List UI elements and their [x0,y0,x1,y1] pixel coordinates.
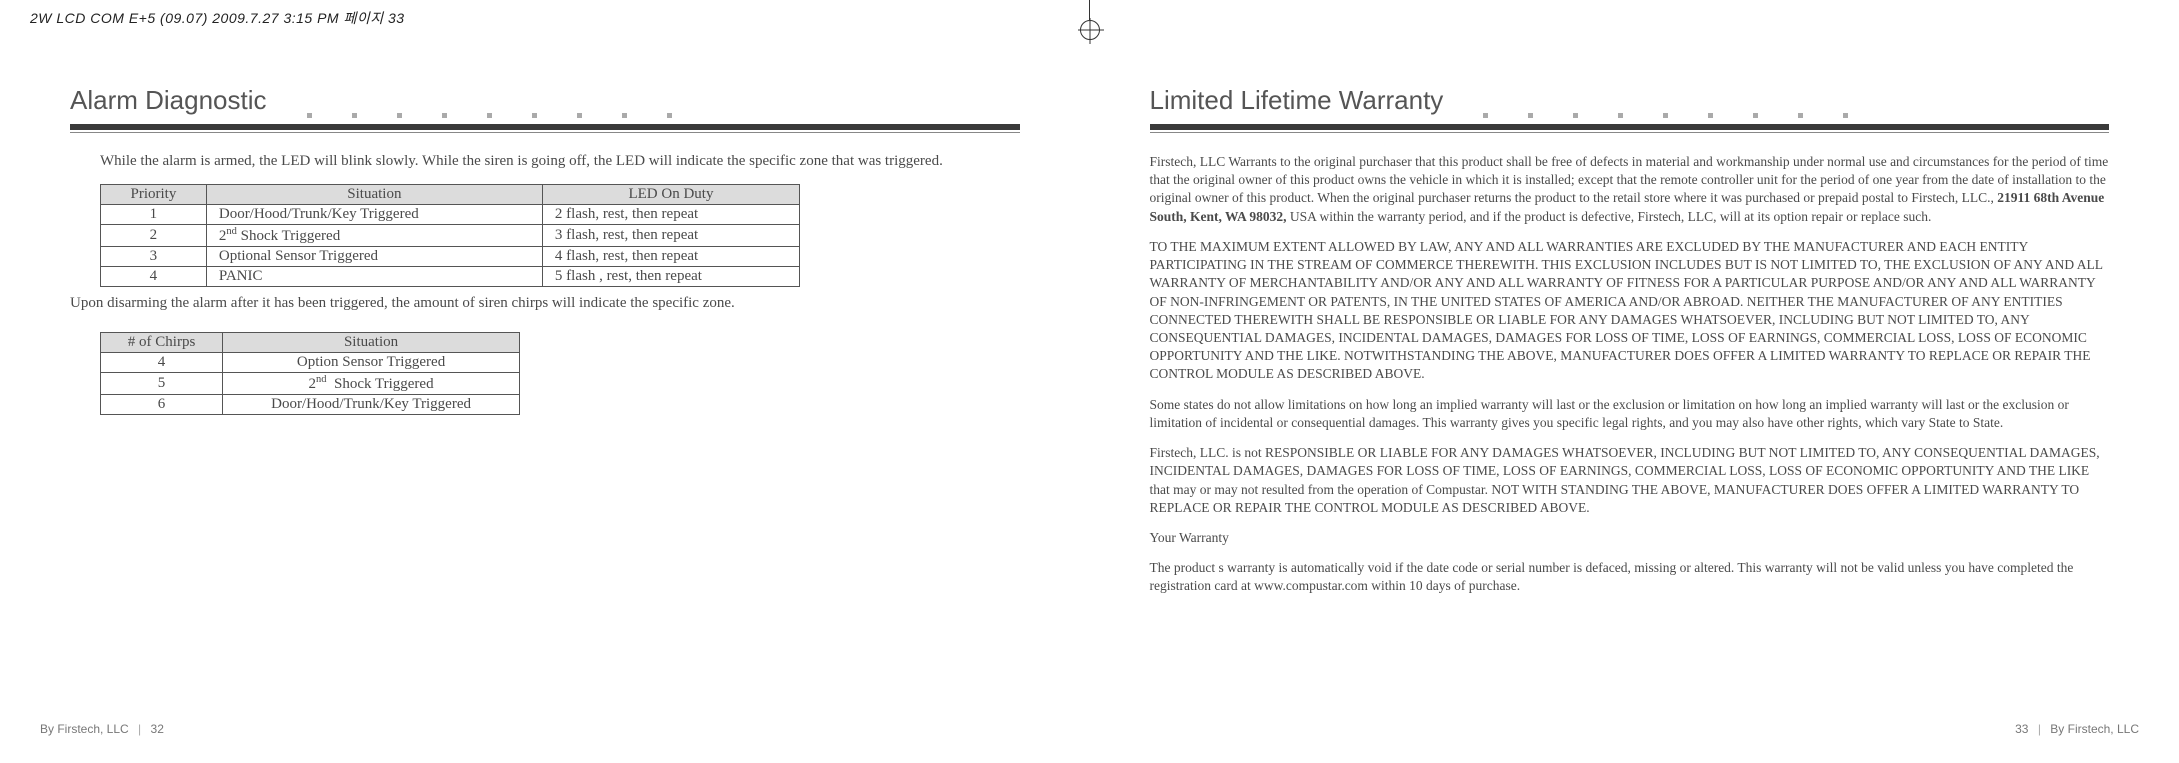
th-led: LED On Duty [542,185,799,205]
cell: 3 [101,247,207,267]
footer-left: By Firstech, LLC | 32 [40,722,164,736]
cell: 3 flash, rest, then repeat [542,225,799,247]
warranty-body: Firstech, LLC Warrants to the original p… [1150,153,2110,596]
cell: Optional Sensor Triggered [206,247,542,267]
table-row: 3 Optional Sensor Triggered 4 flash, res… [101,247,800,267]
led-table: Priority Situation LED On Duty 1 Door/Ho… [100,184,800,287]
cell: 5 [101,373,223,395]
chirp-table: # of Chirps Situation 4 Option Sensor Tr… [100,332,520,415]
footer-sep-icon: | [2038,722,2041,736]
cell: Door/Hood/Trunk/Key Triggered [223,395,520,415]
right-page: Limited Lifetime Warranty Firstech, LLC … [1090,60,2179,740]
mid-note: Upon disarming the alarm after it has be… [70,295,1020,312]
table-row: 1 Door/Hood/Trunk/Key Triggered 2 flash,… [101,205,800,225]
page-spread: Alarm Diagnostic While the alarm is arme… [0,60,2179,740]
cell: 4 flash, rest, then repeat [542,247,799,267]
print-header: 2W LCD COM E+5 (09.07) 2009.7.27 3:15 PM… [30,8,405,28]
cell: 4 [101,353,223,373]
warranty-p6: The product s warranty is automatically … [1150,559,2110,595]
left-page: Alarm Diagnostic While the alarm is arme… [0,60,1090,740]
table-row: 2 2nd Shock Triggered 3 flash, rest, the… [101,225,800,247]
footer-page: 33 [2015,722,2028,736]
footer-sep-icon: | [138,722,141,736]
divider-thick [70,124,1020,130]
warranty-p3: Some states do not allow limitations on … [1150,396,2110,432]
table-row: 4 Option Sensor Triggered [101,353,520,373]
th-situation: Situation [206,185,542,205]
th-priority: Priority [101,185,207,205]
cell: 5 flash , rest, then repeat [542,267,799,287]
title-decoration-icon [287,110,1020,120]
cell: 2nd Shock Triggered [223,373,520,395]
cell: 1 [101,205,207,225]
th-chirps: # of Chirps [101,333,223,353]
crop-mark-icon [1080,0,1100,40]
cell: 6 [101,395,223,415]
cell: Door/Hood/Trunk/Key Triggered [206,205,542,225]
divider-thin [1150,132,2110,133]
footer-brand: By Firstech, LLC [2050,722,2139,736]
cell: PANIC [206,267,542,287]
warranty-p5: Your Warranty [1150,529,2110,547]
footer-brand: By Firstech, LLC [40,722,129,736]
cell: 2 [101,225,207,247]
table-row: 6 Door/Hood/Trunk/Key Triggered [101,395,520,415]
cell: 2nd Shock Triggered [206,225,542,247]
table-header-row: Priority Situation LED On Duty [101,185,800,205]
table-row: 4 PANIC 5 flash , rest, then repeat [101,267,800,287]
intro-text: While the alarm is armed, the LED will b… [100,153,1020,170]
table-row: 5 2nd Shock Triggered [101,373,520,395]
p1a: Firstech, LLC Warrants to the original p… [1150,154,2109,205]
section-title-left: Alarm Diagnostic [70,85,267,116]
table-header-row: # of Chirps Situation [101,333,520,353]
cell: Option Sensor Triggered [223,353,520,373]
cell: 4 [101,267,207,287]
section-title-right: Limited Lifetime Warranty [1150,85,1444,116]
cell: 2 flash, rest, then repeat [542,205,799,225]
divider-thick [1150,124,2110,130]
th-situation2: Situation [223,333,520,353]
p1b: USA within the warranty period, and if t… [1287,209,1932,224]
divider-thin [70,132,1020,133]
footer-right: 33 | By Firstech, LLC [2015,722,2139,736]
warranty-p1: Firstech, LLC Warrants to the original p… [1150,153,2110,226]
warranty-p2: TO THE MAXIMUM EXTENT ALLOWED BY LAW, AN… [1150,238,2110,384]
footer-page: 32 [151,722,164,736]
warranty-p4: Firstech, LLC. is not RESPONSIBLE OR LIA… [1150,444,2110,517]
title-decoration-icon [1463,110,2109,120]
